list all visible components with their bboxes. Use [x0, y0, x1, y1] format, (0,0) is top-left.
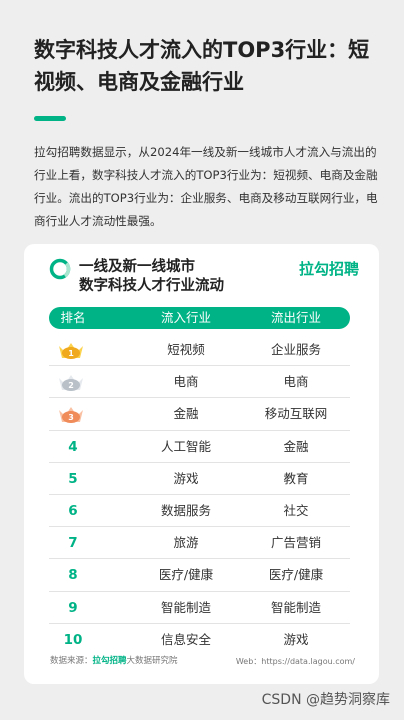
outflow-industry: 智能制造 [270, 599, 321, 615]
table-row: 10 信息安全 游戏 [49, 624, 350, 656]
svg-text:1: 1 [68, 349, 74, 358]
table-row: 5 游戏 教育 [49, 463, 350, 495]
inflow-industry: 电商 [173, 374, 199, 390]
web-address: Web：https://data.lagou.com/ [235, 657, 355, 666]
ranking-rows: 1 短视频 企业服务 2 电商 电商 3 金融 移动互联网 4 人工智能 金融 5 游戏 教育 6 数据服务 社交… [49, 334, 350, 656]
table-row: 6 数据服务 社交 [49, 495, 350, 528]
outflow-industry: 教育 [283, 470, 309, 486]
table-header: 排名 流入行业 流出行业 [49, 307, 350, 329]
ranking-card: 一线及新一线城市 数字科技人才行业流动 拉勾招聘 排名 流入行业 流出行业 1 短… [24, 244, 379, 684]
outflow-industry: 医疗/健康 [268, 567, 324, 583]
inflow-industry: 短视频 [167, 342, 205, 357]
table-row: 7 旅游 广告营销 [49, 527, 350, 560]
rank-number: 10 [63, 631, 83, 648]
gold-medal-icon: 1 [59, 343, 83, 359]
lagou-logo-icon [49, 258, 71, 280]
outflow-industry: 广告营销 [270, 535, 321, 551]
header-inflow: 流入行业 [160, 310, 211, 325]
outflow-industry: 社交 [283, 502, 309, 518]
card-title-line1: 一线及新一线城市 [79, 259, 195, 275]
source-brand: 拉勾招聘 [92, 656, 127, 666]
outflow-industry: 金融 [283, 438, 309, 454]
card-title-line2: 数字科技人才行业流动 [79, 278, 224, 294]
watermark: CSDN @趋势洞察库 [261, 692, 390, 708]
svg-text:3: 3 [68, 413, 74, 422]
data-source: 数据来源：拉勾招聘大数据研究院 [50, 654, 178, 666]
outflow-industry: 企业服务 [270, 342, 321, 357]
table-row: 2 电商 电商 [49, 366, 350, 399]
table-row: 3 金融 移动互联网 [49, 398, 350, 431]
table-row: 9 智能制造 智能制造 [49, 592, 350, 624]
table-row: 4 人工智能 金融 [49, 431, 350, 463]
card-title: 一线及新一线城市 数字科技人才行业流动 [79, 258, 279, 296]
source-prefix: 数据来源： [50, 656, 93, 666]
accent-bar [34, 116, 66, 121]
outflow-industry: 移动互联网 [264, 406, 328, 422]
rank-number: 8 [68, 567, 78, 584]
rank-number: 5 [68, 470, 78, 487]
rank-number: 9 [68, 599, 78, 616]
bronze-medal-icon: 3 [59, 407, 83, 424]
intro-paragraph: 拉勾招聘数据显示，从2024年一线及新一线城市人才流入与流出的行业上看，数字科技… [34, 145, 378, 228]
inflow-industry: 数据服务 [160, 502, 211, 518]
header-rank: 排名 [60, 310, 86, 325]
inflow-industry: 智能制造 [160, 599, 211, 615]
inflow-industry: 旅游 [173, 535, 199, 551]
brand-name: 拉勾招聘 [298, 260, 359, 278]
outflow-industry: 游戏 [283, 631, 309, 647]
inflow-industry: 医疗/健康 [158, 567, 214, 583]
inflow-industry: 人工智能 [160, 438, 211, 454]
table-row: 1 短视频 企业服务 [49, 334, 350, 367]
outflow-industry: 电商 [283, 374, 309, 390]
rank-number: 4 [68, 438, 78, 455]
source-suffix: 大数据研究院 [126, 656, 178, 666]
inflow-industry: 游戏 [173, 470, 199, 486]
inflow-industry: 金融 [173, 406, 199, 422]
rank-number: 7 [68, 535, 78, 552]
headline: 数字科技人才流入的TOP3行业：短视频、电商及金融行业 [34, 38, 370, 94]
svg-text:2: 2 [68, 381, 74, 390]
silver-medal-icon: 2 [59, 375, 83, 392]
table-row: 8 医疗/健康 医疗/健康 [49, 559, 350, 592]
inflow-industry: 信息安全 [160, 631, 211, 647]
rank-number: 6 [68, 502, 78, 519]
header-outflow: 流出行业 [270, 310, 321, 325]
